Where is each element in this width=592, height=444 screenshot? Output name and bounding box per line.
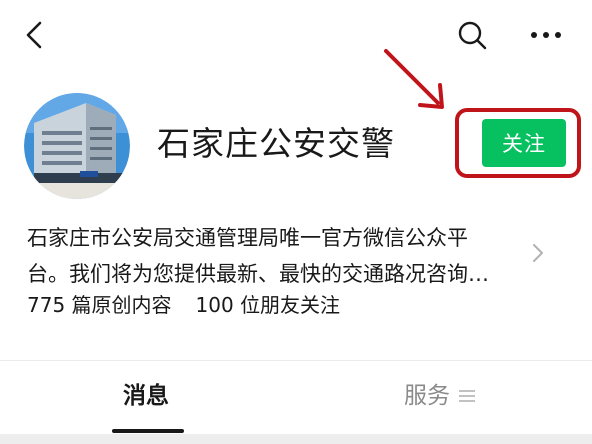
menu-icon [459, 390, 475, 402]
more-horizontal-icon[interactable] [526, 18, 566, 52]
friends-following-count[interactable]: 100 位朋友关注 [196, 290, 341, 320]
chevron-left-icon[interactable] [18, 18, 52, 52]
active-tab-indicator [112, 429, 184, 433]
tab-label: 消息 [123, 383, 169, 409]
tab-label: 服务 [404, 383, 450, 409]
account-stats: 775 篇原创内容 100 位朋友关注 [27, 290, 340, 320]
divider [0, 360, 592, 361]
tab-messages[interactable]: 消息 [123, 378, 169, 414]
account-description[interactable]: 石家庄市公安局交通管理局唯一官方微信公众平 台。我们将为您提供最新、最快的交通路… [27, 220, 517, 292]
description-line: 台。我们将为您提供最新、最快的交通路况咨询… [27, 262, 489, 286]
follow-button[interactable]: 关注 [482, 119, 566, 167]
original-content-count: 775 篇原创内容 [27, 293, 172, 317]
annotation-arrow-icon [384, 49, 444, 109]
description-line: 石家庄市公安局交通管理局唯一官方微信公众平 [27, 226, 468, 250]
account-name: 石家庄公安交警 [157, 124, 395, 163]
avatar[interactable] [24, 93, 130, 199]
content-area-background [0, 434, 592, 444]
chevron-right-icon[interactable] [528, 238, 548, 268]
search-icon[interactable] [455, 18, 489, 52]
tab-services[interactable]: 服务 [404, 378, 476, 414]
